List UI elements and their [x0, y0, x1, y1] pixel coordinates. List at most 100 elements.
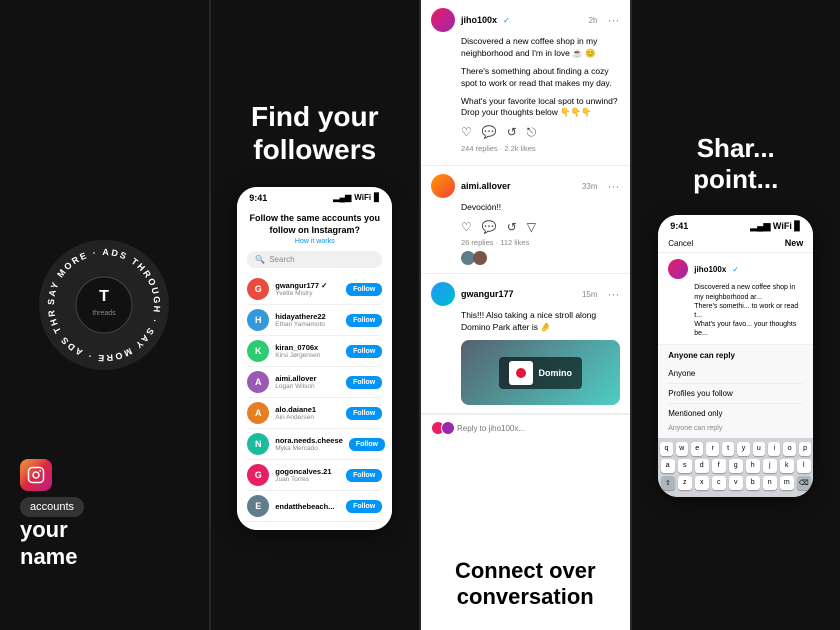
key-y[interactable]: y	[737, 442, 749, 456]
follow-button-8[interactable]: Follow	[346, 500, 382, 513]
key-backspace[interactable]: ⌫	[797, 476, 811, 490]
key-j[interactable]: j	[763, 459, 777, 473]
post-header-3: gwangur177 15m ···	[431, 282, 620, 306]
follow-button-3[interactable]: Follow	[346, 345, 382, 358]
accounts-tag: accounts	[20, 497, 84, 517]
key-r[interactable]: r	[706, 442, 718, 456]
svg-text:threads: threads	[93, 310, 117, 317]
instagram-icon	[20, 459, 52, 491]
circular-logo: SAY MORE · ADS THROUGH · SAY MORE · ADS …	[34, 235, 174, 375]
thread-post-3: gwangur177 15m ··· This!!! Also taking a…	[421, 274, 630, 414]
follow-button-5[interactable]: Follow	[346, 407, 382, 420]
follow-item-1: G gwangur177 ✓ Yvette Mistry Follow	[247, 274, 382, 305]
post-text-1c: What's your favorite local spot to unwin…	[431, 96, 620, 120]
share-icon-1[interactable]: ⎋	[527, 125, 537, 140]
key-b[interactable]: b	[746, 476, 760, 490]
filter-icon-2[interactable]: ▽	[527, 220, 536, 234]
follow-info-8: endatthebeach...	[275, 502, 340, 511]
p4-text-2: There's somethi... to work or read t...	[668, 302, 803, 320]
key-m[interactable]: m	[780, 476, 794, 490]
reply-option-mentioned[interactable]: Mentioned only	[668, 404, 803, 423]
comment-icon-2[interactable]: 💬	[482, 220, 497, 234]
cancel-button[interactable]: Cancel	[668, 239, 693, 248]
key-q[interactable]: q	[660, 442, 672, 456]
follow-info-7: gogoncalves.21 Juan Torres	[275, 467, 340, 483]
panel4-title: Shar... point...	[683, 133, 788, 195]
panel3-bottom-label: Connect over conversation	[421, 558, 630, 610]
p4-user-row: jiho100x ✓	[668, 259, 803, 279]
post-header-2: aimi.allover 33m ···	[431, 174, 620, 198]
panel-share: Shar... point... 9:41 ▂▄▆ WiFi ▊ Cancel …	[630, 0, 840, 630]
key-h[interactable]: h	[746, 459, 760, 473]
thread-post-1: jiho100x ✓ 2h ··· Discovered a new coffe…	[421, 0, 630, 166]
key-d[interactable]: d	[695, 459, 709, 473]
key-n[interactable]: n	[763, 476, 777, 490]
repost-icon-1[interactable]: ↺	[507, 125, 517, 140]
key-i[interactable]: i	[768, 442, 780, 456]
post-menu-1[interactable]: ···	[608, 13, 620, 27]
avatar-1: G	[247, 278, 269, 300]
phone-mockup-4: 9:41 ▂▄▆ WiFi ▊ Cancel New jiho100x ✓ Di…	[658, 215, 813, 497]
key-o[interactable]: o	[783, 442, 795, 456]
panel1-text: your name	[20, 517, 189, 570]
panel-conversation: jiho100x ✓ 2h ··· Discovered a new coffe…	[419, 0, 630, 630]
reply-option-profiles[interactable]: Profiles you follow	[668, 384, 803, 404]
p4-reply-label: Anyone can reply	[668, 351, 803, 360]
post-time-3: 15m	[582, 290, 598, 299]
key-w[interactable]: w	[676, 442, 688, 456]
follow-button-6[interactable]: Follow	[349, 438, 385, 451]
avatar-8: E	[247, 495, 269, 517]
p4-username: jiho100x	[694, 265, 726, 274]
like-icon-2[interactable]: ♡	[461, 220, 472, 234]
svg-text:T: T	[99, 288, 109, 305]
avatar-4: A	[247, 371, 269, 393]
keyboard-row-2: a s d f g h j k l	[660, 459, 811, 473]
key-p[interactable]: p	[799, 442, 811, 456]
reply-option-anyone[interactable]: Anyone	[668, 364, 803, 384]
like-icon-1[interactable]: ♡	[461, 125, 472, 140]
repost-icon-2[interactable]: ↺	[507, 220, 517, 234]
post-avatar-2	[431, 174, 455, 198]
post-menu-2[interactable]: ···	[608, 179, 620, 193]
follow-button-2[interactable]: Follow	[346, 314, 382, 327]
verified-icon-1: ✓	[503, 16, 510, 25]
avatar-5: A	[247, 402, 269, 424]
p4-text-1: Discovered a new coffee shop in my neigh…	[668, 283, 803, 301]
follow-button-1[interactable]: Follow	[346, 283, 382, 296]
key-v[interactable]: v	[729, 476, 743, 490]
comment-icon-1[interactable]: 💬	[482, 125, 497, 140]
phone-subheading: How it works	[247, 238, 382, 245]
p4-avatar	[668, 259, 688, 279]
phone-status-bar: 9:41 ▂▄▆ WiFi ▊	[237, 187, 392, 205]
reply-input[interactable]	[457, 424, 620, 433]
key-u[interactable]: u	[753, 442, 765, 456]
avatar-7: G	[247, 464, 269, 486]
follow-button-7[interactable]: Follow	[346, 469, 382, 482]
phone-follow-content: Follow the same accounts you follow on I…	[237, 205, 392, 530]
key-c[interactable]: c	[712, 476, 726, 490]
keyboard-row-1: q w e r t y u i o p	[660, 442, 811, 456]
key-x[interactable]: x	[695, 476, 709, 490]
key-l[interactable]: l	[797, 459, 811, 473]
key-g[interactable]: g	[729, 459, 743, 473]
key-s[interactable]: s	[678, 459, 692, 473]
follow-info-5: alo.daiane1 Ain Andersen	[275, 405, 340, 421]
follow-button-4[interactable]: Follow	[346, 376, 382, 389]
key-e[interactable]: e	[691, 442, 703, 456]
follow-item-6: N nora.needs.cheese Myka Mercado Follow	[247, 429, 382, 460]
key-f[interactable]: f	[712, 459, 726, 473]
post-menu-3[interactable]: ···	[608, 287, 620, 301]
key-z[interactable]: z	[678, 476, 692, 490]
post-username-1: jiho100x	[461, 15, 497, 25]
reply-bar[interactable]	[421, 414, 630, 441]
panel3-content: jiho100x ✓ 2h ··· Discovered a new coffe…	[421, 0, 630, 630]
key-t[interactable]: t	[722, 442, 734, 456]
post-header-1: jiho100x ✓ 2h ···	[431, 8, 620, 32]
post-text-2: Devoción!!	[431, 202, 620, 214]
avatar-3: K	[247, 340, 269, 362]
phone-search-bar[interactable]: 🔍 Search	[247, 251, 382, 268]
key-a[interactable]: a	[661, 459, 675, 473]
key-shift[interactable]: ⇧	[661, 476, 675, 490]
key-k[interactable]: k	[780, 459, 794, 473]
keyboard-row-3: ⇧ z x c v b n m ⌫	[660, 476, 811, 490]
